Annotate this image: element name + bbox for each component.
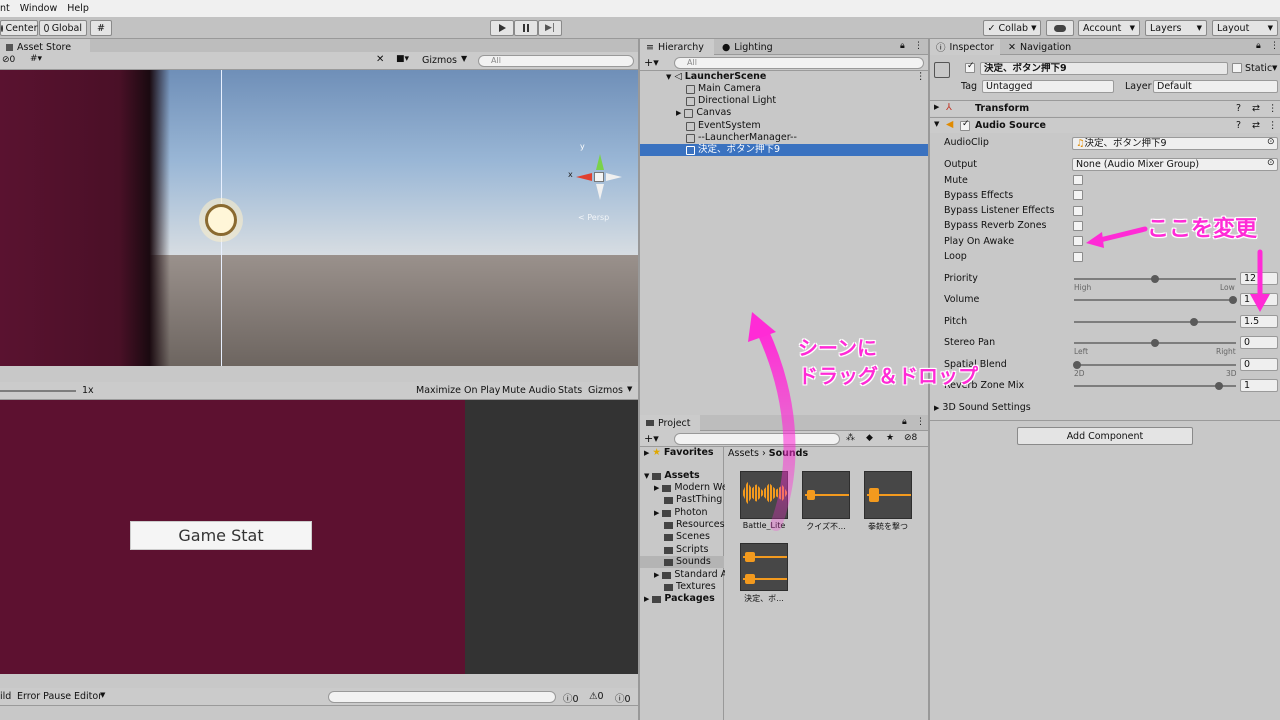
annotation-overlay <box>748 226 1270 531</box>
change-arrow-head <box>1086 232 1104 248</box>
change-here-annotation: ここを変更 <box>1147 217 1258 242</box>
drag-arrow <box>756 324 796 531</box>
pitch-arrow-head <box>1250 294 1270 312</box>
drag-annotation-line2: ドラッグ＆ドロップ <box>798 364 978 388</box>
change-arrow-shaft <box>1097 226 1148 243</box>
drag-annotation-line1: シーンに <box>798 336 877 360</box>
